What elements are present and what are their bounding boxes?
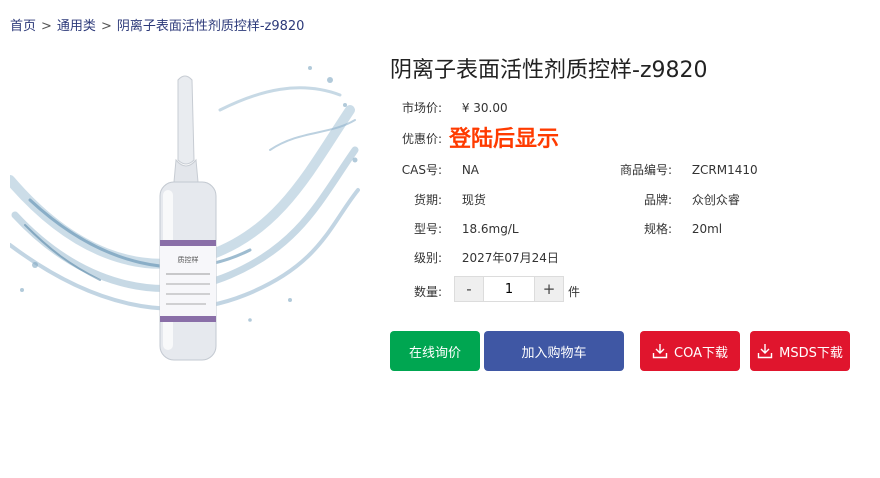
quantity-increase-button[interactable]: + (535, 277, 563, 301)
model-label: 型号: (413, 222, 442, 236)
quantity-label: 数量: (413, 285, 442, 299)
ampoule-label-text: 质控样 (178, 255, 199, 264)
cas-label: CAS号: (401, 163, 442, 177)
quantity-unit: 件 (568, 285, 581, 299)
brand-row: 品牌: 众创众睿 (610, 191, 740, 208)
promo-price-label: 优惠价: (401, 132, 442, 146)
breadcrumb-current: 阴离子表面活性剂质控样-z9820 (116, 19, 305, 34)
product-title: 阴离子表面活性剂质控样-z9820 (390, 58, 708, 83)
brand-label: 品牌: (643, 193, 672, 207)
market-price-value: ¥ 30.00 (461, 101, 508, 115)
quantity-row: 数量: (390, 283, 442, 300)
quantity-decrease-button[interactable]: - (455, 277, 483, 301)
cas-row: CAS号: NA (390, 161, 479, 178)
spec-label: 规格: (643, 222, 672, 236)
promo-price-row: 优惠价: (390, 130, 442, 147)
stock-label: 货期: (413, 193, 442, 207)
stock-value: 现货 (461, 193, 486, 207)
sku-value: ZCRM1410 (691, 163, 758, 177)
spec-row: 规格: 20ml (610, 220, 722, 237)
coa-download-button[interactable]: COA下载 (640, 331, 740, 371)
brand-value: 众创众睿 (691, 193, 740, 207)
stock-row: 货期: 现货 (390, 191, 486, 208)
ampoule-illustration: 质控样 (5, 66, 360, 361)
online-inquiry-label: 在线询价 (408, 345, 461, 361)
cas-value: NA (461, 163, 480, 177)
download-icon (757, 344, 773, 359)
grade-label: 级别: (413, 251, 442, 265)
breadcrumb-separator: > (41, 19, 52, 34)
grade-value: 2027年07月24日 (461, 251, 559, 265)
quantity-input[interactable] (483, 277, 535, 301)
add-to-cart-button[interactable]: 加入购物车 (484, 331, 624, 371)
market-price-label: 市场价: (401, 101, 442, 115)
sku-row: 商品编号: ZCRM1410 (610, 161, 758, 178)
sku-label: 商品编号: (619, 163, 672, 177)
download-icon (652, 344, 668, 359)
spec-value: 20ml (691, 222, 723, 236)
breadcrumb-home-link[interactable]: 首页 (10, 19, 36, 34)
online-inquiry-button[interactable]: 在线询价 (390, 331, 480, 371)
product-image: 质控样 (5, 50, 360, 390)
msds-download-button[interactable]: MSDS下载 (750, 331, 850, 371)
add-to-cart-label: 加入购物车 (521, 345, 587, 361)
breadcrumb: 首页 > 通用类 > 阴离子表面活性剂质控样-z9820 (10, 15, 304, 34)
grade-row: 级别: 2027年07月24日 (390, 249, 559, 266)
model-row: 型号: 18.6mg/L (390, 220, 519, 237)
coa-download-label: COA下载 (674, 345, 728, 361)
breadcrumb-separator: > (100, 19, 112, 34)
msds-download-label: MSDS下载 (779, 345, 843, 361)
model-value: 18.6mg/L (461, 222, 519, 236)
breadcrumb-category-link[interactable]: 通用类 (57, 19, 96, 34)
market-price-row: 市场价: ¥ 30.00 (390, 99, 508, 116)
login-to-view-price[interactable]: 登陆后显示 (449, 121, 559, 153)
quantity-stepper: - + (454, 276, 564, 302)
